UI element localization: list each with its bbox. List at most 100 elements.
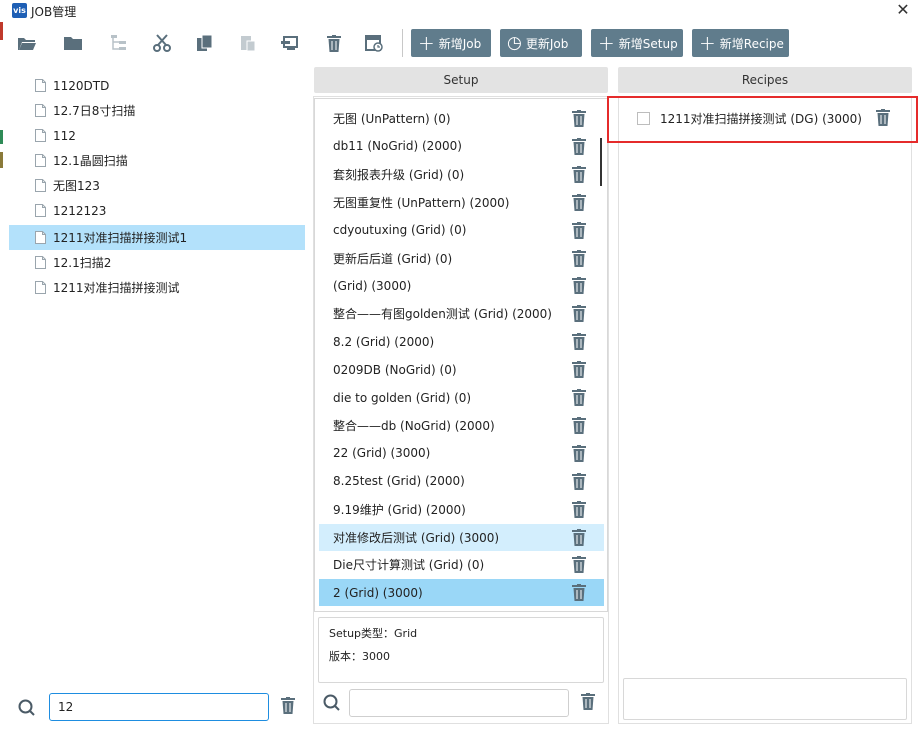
file-icon xyxy=(35,204,46,217)
setup-row[interactable]: 22 (Grid) (3000) xyxy=(319,440,604,467)
setup-row[interactable]: 整合——有图golden测试 (Grid) (2000) xyxy=(319,300,604,327)
setup-row-label: 9.19维护 (Grid) (2000) xyxy=(333,502,466,517)
plus-icon: + xyxy=(598,31,615,55)
tree-item[interactable]: 1120DTD xyxy=(9,73,305,98)
setup-row[interactable]: (Grid) (3000) xyxy=(319,272,604,299)
delete-icon[interactable] xyxy=(322,31,346,55)
update-job-label: 更新Job xyxy=(525,36,569,51)
setup-row[interactable]: 更新后后道 (Grid) (0) xyxy=(319,245,604,272)
trash-icon[interactable] xyxy=(281,697,295,717)
file-icon xyxy=(35,154,46,167)
trash-icon[interactable] xyxy=(572,137,586,158)
paste-icon[interactable] xyxy=(236,31,260,55)
setup-row[interactable]: 套刻报表升级 (Grid) (0) xyxy=(319,161,604,188)
job-tree: 1120DTD 12.7日8寸扫描 112 12.1晶圆扫描 无图123 121… xyxy=(9,67,305,727)
trash-icon[interactable] xyxy=(572,584,586,604)
export-icon[interactable] xyxy=(279,31,303,55)
setup-row-label: (Grid) (3000) xyxy=(333,278,412,293)
trash-icon[interactable] xyxy=(572,556,586,576)
trash-icon[interactable] xyxy=(572,472,586,493)
copy-icon[interactable] xyxy=(193,31,217,55)
tree-item-label: 112 xyxy=(53,128,76,143)
setup-row[interactable]: 9.19维护 (Grid) (2000) xyxy=(319,496,604,523)
setup-row[interactable]: die to golden (Grid) (0) xyxy=(319,384,604,411)
setup-scrollbar[interactable] xyxy=(600,138,602,186)
tree-item[interactable]: 无图123 xyxy=(9,173,305,198)
trash-icon[interactable] xyxy=(572,165,586,186)
file-icon xyxy=(35,104,46,117)
add-job-button[interactable]: + 新增Job xyxy=(411,29,491,57)
setup-row-label: db11 (NoGrid) (2000) xyxy=(333,139,462,154)
tree-item[interactable]: 1211对准扫描拼接测试 xyxy=(9,275,305,300)
recipes-panel xyxy=(618,96,912,724)
setup-row-label: 0209DB (NoGrid) (0) xyxy=(333,362,457,377)
job-manager-window: vis JOB管理 ✕ + 新增Job ◷ 更新Job + 新增Setup + … xyxy=(0,0,922,733)
recipe-highlight-box xyxy=(607,96,918,143)
tree-item[interactable]: 12.1晶圆扫描 xyxy=(9,148,305,173)
recipes-header: Recipes xyxy=(618,67,912,93)
trash-icon[interactable] xyxy=(572,361,586,381)
schedule-icon[interactable] xyxy=(362,31,386,55)
trash-icon[interactable] xyxy=(572,500,586,521)
close-button[interactable]: ✕ xyxy=(894,1,912,19)
tree-item-label: 12.1扫描2 xyxy=(53,256,112,270)
setup-row-label: 更新后后道 (Grid) (0) xyxy=(333,251,453,266)
add-recipe-button[interactable]: + 新增Recipe xyxy=(692,29,789,57)
tree-item[interactable]: 12.1扫描2 xyxy=(9,250,305,275)
setup-row[interactable]: db11 (NoGrid) (2000) xyxy=(319,133,604,160)
add-setup-button[interactable]: + 新增Setup xyxy=(591,29,683,57)
setup-row[interactable]: 整合——db (NoGrid) (2000) xyxy=(319,412,604,439)
setup-row[interactable]: 无图 (UnPattern) (0) xyxy=(319,105,604,132)
setup-row[interactable]: 8.25test (Grid) (2000) xyxy=(319,468,604,495)
setup-row[interactable]: 2 (Grid) (3000) xyxy=(319,579,604,607)
setup-row[interactable]: 0209DB (NoGrid) (0) xyxy=(319,356,604,383)
setup-row-label: 整合——有图golden测试 (Grid) (2000) xyxy=(333,307,552,322)
update-job-button[interactable]: ◷ 更新Job xyxy=(500,29,582,57)
add-recipe-label: 新增Recipe xyxy=(719,36,784,51)
app-logo: vis xyxy=(12,3,27,18)
trash-icon[interactable] xyxy=(572,221,586,242)
title-bar: vis JOB管理 ✕ xyxy=(0,0,922,22)
trash-icon[interactable] xyxy=(572,444,586,465)
setup-row-label: Die尺寸计算测试 (Grid) (0) xyxy=(333,558,485,573)
setup-row[interactable]: 对准修改后测试 (Grid) (3000) xyxy=(319,523,604,551)
recipes-detail-box xyxy=(623,678,907,720)
open-folder-icon[interactable] xyxy=(15,31,39,55)
setup-row[interactable]: Die尺寸计算测试 (Grid) (0) xyxy=(319,551,604,578)
trash-icon[interactable] xyxy=(572,333,586,353)
trash-icon[interactable] xyxy=(581,693,595,713)
folder-icon[interactable] xyxy=(61,31,85,55)
trash-icon[interactable] xyxy=(572,193,586,214)
setup-row-label: 套刻报表升级 (Grid) (0) xyxy=(333,167,465,182)
trash-icon[interactable] xyxy=(572,389,586,409)
toolbar-separator xyxy=(402,29,403,57)
job-search-input[interactable] xyxy=(49,693,269,721)
setup-search-input[interactable] xyxy=(349,689,569,717)
setup-row[interactable]: 8.2 (Grid) (2000) xyxy=(319,328,604,355)
file-icon xyxy=(35,129,46,142)
trash-icon[interactable] xyxy=(572,277,586,297)
trash-icon[interactable] xyxy=(572,110,586,130)
tree-item[interactable]: 1212123 xyxy=(9,198,305,223)
trash-icon[interactable] xyxy=(572,249,586,270)
setup-list[interactable]: 无图 (UnPattern) (0) db11 (NoGrid) (2000) 套刻… xyxy=(314,98,608,612)
setup-header: Setup xyxy=(314,67,608,93)
setup-row[interactable]: cdyoutuxing (Grid) (0) xyxy=(319,217,604,244)
search-icon[interactable] xyxy=(18,699,36,720)
tree-item-label: 12.1晶圆扫描 xyxy=(53,154,128,168)
setup-row[interactable]: 无图重复性 (UnPattern) (2000) xyxy=(319,189,604,216)
setup-row-label: 整合——db (NoGrid) (2000) xyxy=(333,418,495,433)
trash-icon[interactable] xyxy=(572,528,586,549)
trash-icon[interactable] xyxy=(572,416,586,437)
tree-item-selected[interactable]: 1211对准扫描拼接测试1 xyxy=(9,225,305,250)
window-title: JOB管理 xyxy=(31,5,77,19)
file-icon xyxy=(35,281,46,294)
tree-item[interactable]: 12.7日8寸扫描 xyxy=(9,98,305,123)
trash-icon[interactable] xyxy=(572,305,586,325)
tree-structure-icon[interactable] xyxy=(107,31,131,55)
search-icon[interactable] xyxy=(323,694,341,715)
tree-item-label: 12.7日8寸扫描 xyxy=(53,104,136,118)
tree-item[interactable]: 112 xyxy=(9,123,305,148)
cut-icon[interactable] xyxy=(150,31,174,55)
setup-type-line: Setup类型：Grid xyxy=(329,627,418,640)
